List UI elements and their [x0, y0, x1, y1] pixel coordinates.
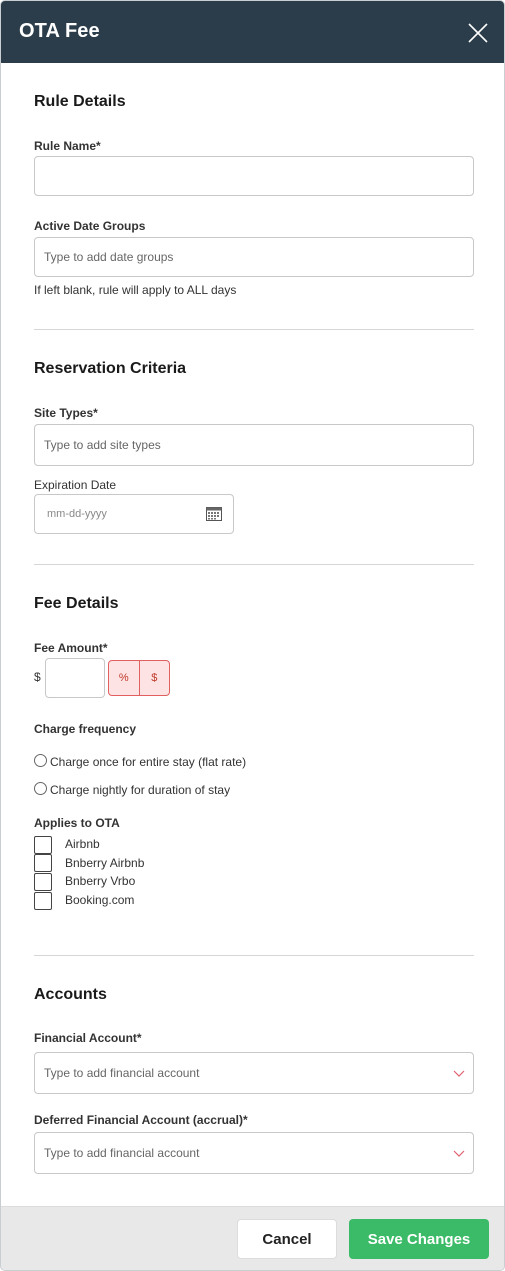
fee-amount-label: Fee Amount*: [34, 641, 108, 655]
section-divider: [34, 564, 474, 565]
ota-label-airbnb: Airbnb: [65, 837, 100, 851]
ota-fee-modal: OTA Fee Rule Details Rule Name* Active D…: [0, 0, 505, 1271]
section-divider: [34, 955, 474, 956]
expiration-date-input[interactable]: mm-dd-yyyy: [34, 494, 234, 534]
unit-percent-button[interactable]: %: [109, 661, 139, 695]
rule-details-title: Rule Details: [34, 93, 126, 110]
modal-footer: Cancel Save Changes: [1, 1206, 504, 1270]
charge-frequency-label: Charge frequency: [34, 722, 137, 736]
ota-checkbox-airbnb[interactable]: [34, 836, 52, 854]
expiration-placeholder: mm-dd-yyyy: [47, 508, 107, 520]
modal-header: OTA Fee: [1, 1, 504, 63]
site-types-label: Site Types*: [34, 406, 98, 420]
date-groups-input[interactable]: [34, 237, 474, 277]
date-groups-help: If left blank, rule will apply to ALL da…: [34, 283, 237, 297]
modal-title: OTA Fee: [19, 20, 100, 42]
currency-prefix: $: [34, 670, 41, 684]
charge-nightly-label: Charge nightly for duration of stay: [50, 783, 231, 797]
ota-checkbox-bnberry-vrbo[interactable]: [34, 873, 52, 891]
fee-unit-toggle: % $: [108, 660, 170, 696]
financial-account-label: Financial Account*: [34, 1031, 142, 1045]
cancel-button[interactable]: Cancel: [237, 1219, 337, 1259]
ota-label-bnberry-vrbo: Bnberry Vrbo: [65, 874, 136, 888]
unit-dollar-button[interactable]: $: [138, 661, 170, 695]
charge-nightly-radio[interactable]: [34, 782, 47, 795]
calendar-icon[interactable]: [206, 506, 222, 521]
site-types-input[interactable]: [34, 424, 474, 466]
reservation-criteria-title: Reservation Criteria: [34, 360, 187, 377]
applies-to-ota-label: Applies to OTA: [34, 816, 120, 830]
chevron-down-icon[interactable]: [453, 1150, 465, 1158]
fee-details-title: Fee Details: [34, 595, 119, 612]
fee-amount-input[interactable]: [45, 658, 105, 698]
deferred-account-select[interactable]: [34, 1132, 474, 1174]
expiration-label: Expiration Date: [34, 478, 117, 492]
section-divider: [34, 329, 474, 330]
save-changes-button[interactable]: Save Changes: [349, 1219, 489, 1259]
ota-label-booking: Booking.com: [65, 893, 135, 907]
date-groups-label: Active Date Groups: [34, 219, 146, 233]
financial-account-select[interactable]: [34, 1052, 474, 1094]
close-icon[interactable]: [467, 22, 489, 44]
ota-checkbox-booking[interactable]: [34, 892, 52, 910]
ota-checkbox-bnberry-airbnb[interactable]: [34, 854, 52, 872]
rule-name-input[interactable]: [34, 156, 474, 196]
ota-label-bnberry-airbnb: Bnberry Airbnb: [65, 856, 145, 870]
chevron-down-icon[interactable]: [453, 1070, 465, 1078]
deferred-account-label: Deferred Financial Account (accrual)*: [34, 1113, 248, 1127]
accounts-title: Accounts: [34, 986, 107, 1003]
rule-name-label: Rule Name*: [34, 139, 101, 153]
charge-once-label: Charge once for entire stay (flat rate): [50, 755, 247, 769]
charge-once-radio[interactable]: [34, 754, 47, 767]
